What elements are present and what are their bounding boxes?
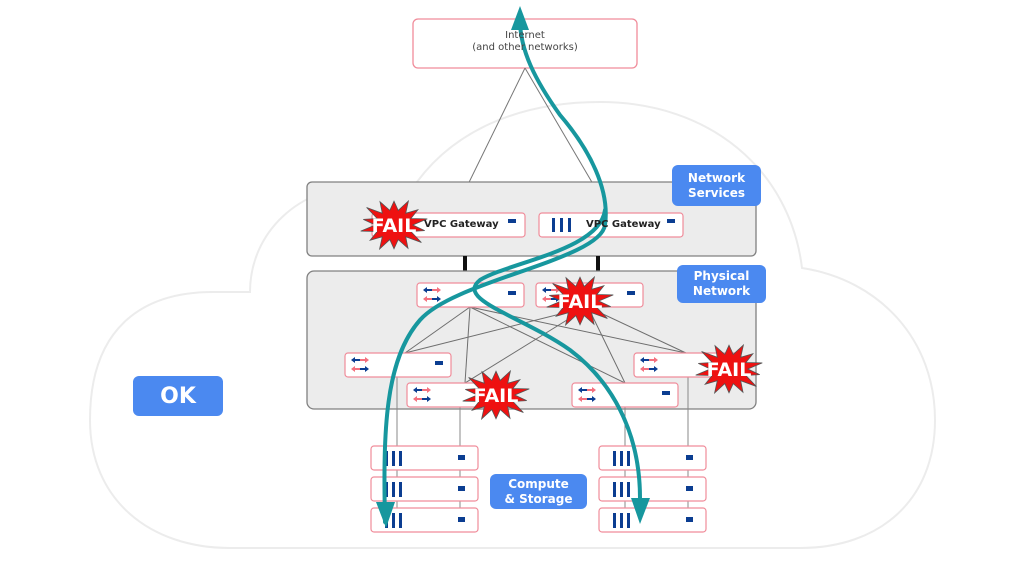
status-led-icon: [627, 291, 635, 295]
server-bars-icon: [613, 451, 630, 466]
fail-text: FAIL: [372, 215, 417, 237]
diagram-canvas: FAIL FAIL FAIL FAIL Internet (and other net…: [0, 0, 1024, 571]
status-led-icon: [686, 517, 693, 522]
server-right-3[interactable]: [598, 507, 707, 533]
status-led-icon: [458, 486, 465, 491]
vpc-gateway-1-label: VPC Gateway: [424, 219, 499, 230]
server-bars-icon: [552, 218, 571, 232]
status-led-icon: [508, 291, 516, 295]
status-led-icon: [458, 455, 465, 460]
fail-text: FAIL: [707, 359, 752, 381]
internet-label-line2: (and other networks): [472, 42, 578, 53]
vpc-gateway-2-label: VPC Gateway: [586, 219, 661, 230]
server-bars-icon: [613, 513, 630, 528]
server-left-2[interactable]: [370, 476, 479, 502]
status-led-icon: [686, 486, 693, 491]
switch-leaf-4[interactable]: [571, 382, 679, 408]
fail-text: FAIL: [474, 385, 519, 407]
internet-label: Internet (and other networks): [413, 30, 637, 54]
internet-label-line1: Internet: [505, 30, 545, 41]
ok-status-badge: OK: [133, 376, 223, 416]
server-bars-icon: [385, 482, 402, 497]
status-led-icon: [667, 219, 675, 223]
status-led-icon: [458, 517, 465, 522]
status-led-icon: [435, 361, 443, 365]
server-bars-icon: [613, 482, 630, 497]
status-led-icon: [662, 391, 670, 395]
fail-text: FAIL: [558, 291, 603, 313]
status-led-icon: [508, 219, 516, 223]
switch-spine-left[interactable]: [416, 282, 525, 308]
compute-storage-label: Compute & Storage: [490, 474, 587, 509]
server-right-2[interactable]: [598, 476, 707, 502]
network-services-label: Network Services: [672, 165, 761, 206]
physical-network-label: Physical Network: [677, 265, 766, 303]
server-bars-icon: [385, 451, 402, 466]
status-led-icon: [686, 455, 693, 460]
flow-arrowhead-top: [511, 6, 529, 30]
server-right-1[interactable]: [598, 445, 707, 471]
